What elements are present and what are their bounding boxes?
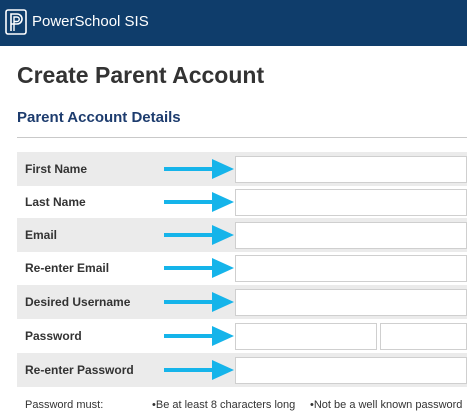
- right-arrow-icon: [164, 360, 234, 380]
- right-arrow-icon: [164, 192, 234, 212]
- brand-name: PowerSchool SIS: [32, 13, 149, 30]
- email-row: Email: [17, 218, 467, 252]
- first-name-row: First Name: [17, 152, 467, 186]
- password-strength-box: [380, 323, 467, 350]
- powerschool-logo-icon: [5, 9, 27, 35]
- reenter-password-label: Re-enter Password: [25, 363, 134, 377]
- right-arrow-icon: [164, 159, 234, 179]
- last-name-input[interactable]: [235, 189, 467, 216]
- reenter-password-input[interactable]: [235, 357, 467, 384]
- password-rule-wellknown: •Not be a well known password: [310, 399, 463, 411]
- section-title: Parent Account Details: [17, 109, 181, 126]
- reenter-email-row: Re-enter Email: [17, 251, 467, 285]
- email-input[interactable]: [235, 222, 467, 249]
- right-arrow-icon: [164, 292, 234, 312]
- password-requirements-lead: Password must:: [25, 399, 104, 411]
- password-label: Password: [25, 329, 82, 343]
- email-label: Email: [25, 228, 58, 242]
- right-arrow-icon: [164, 326, 234, 346]
- reenter-email-label: Re-enter Email: [25, 261, 110, 275]
- first-name-label: First Name: [25, 162, 88, 176]
- username-input[interactable]: [235, 289, 467, 316]
- section-divider: [17, 137, 467, 138]
- reenter-email-input[interactable]: [235, 255, 467, 282]
- page-title: Create Parent Account: [17, 62, 265, 88]
- right-arrow-icon: [164, 225, 234, 245]
- password-rule-length: •Be at least 8 characters long: [152, 399, 296, 411]
- password-row: Password: [17, 319, 467, 353]
- username-row: Desired Username: [17, 285, 467, 319]
- reenter-password-row: Re-enter Password: [17, 353, 467, 387]
- first-name-input[interactable]: [235, 156, 467, 183]
- password-input[interactable]: [235, 323, 377, 350]
- username-label: Desired Username: [25, 295, 131, 309]
- last-name-label: Last Name: [25, 195, 86, 209]
- right-arrow-icon: [164, 258, 234, 278]
- top-header-bar: PowerSchool SIS: [0, 0, 467, 46]
- last-name-row: Last Name: [17, 185, 467, 219]
